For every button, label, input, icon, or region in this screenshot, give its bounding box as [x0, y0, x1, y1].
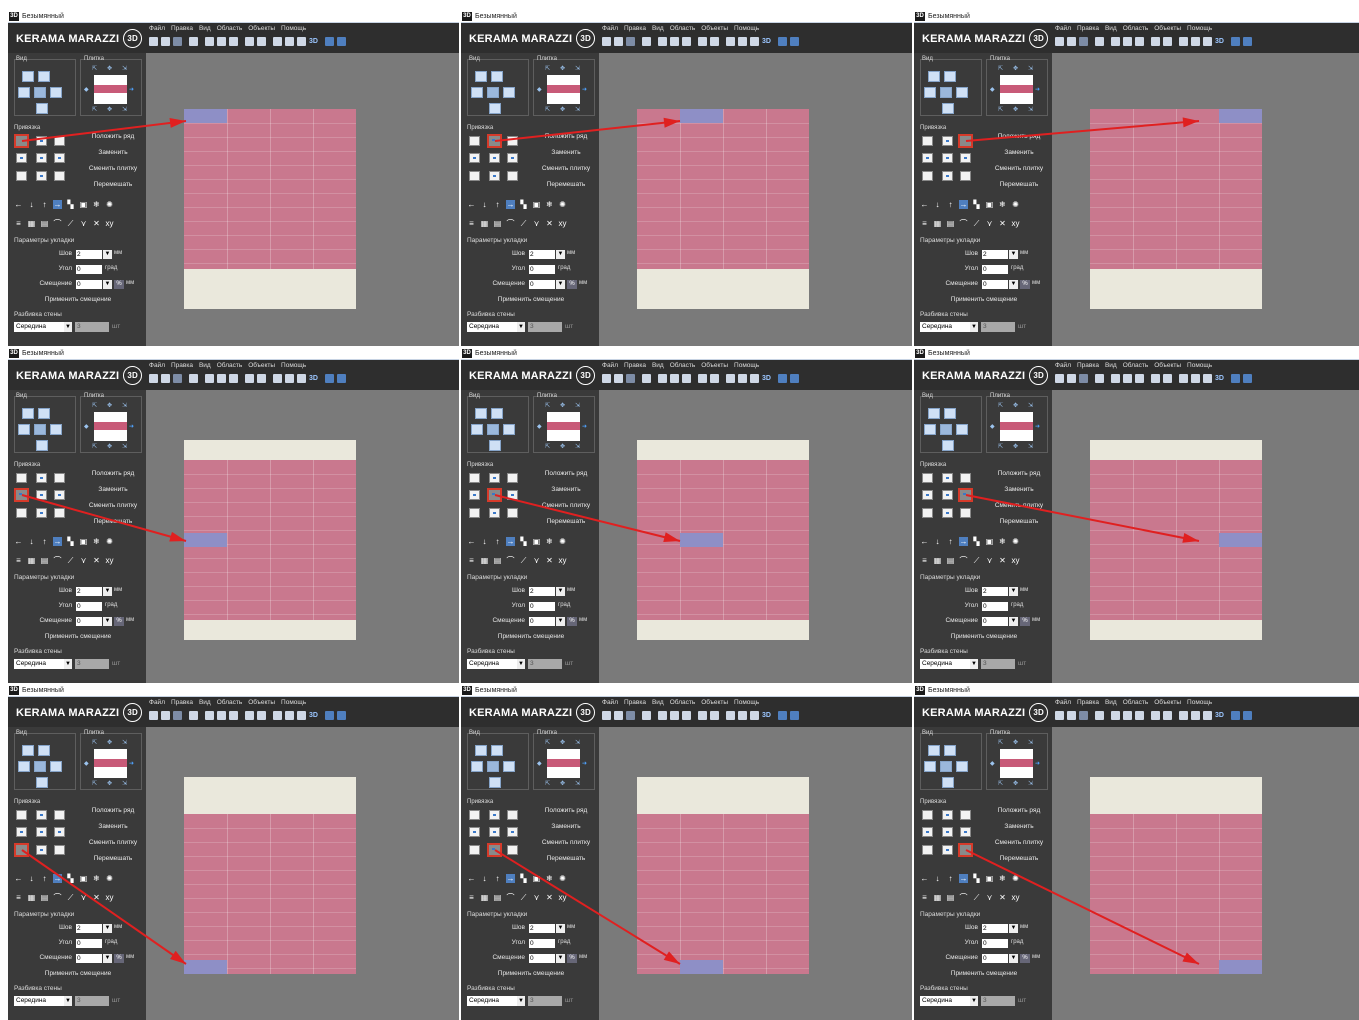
- app-window-bottom-center: 3D Безымянный KERAMA MARAZZI 3D Файл Пра…: [461, 684, 912, 1020]
- arrow-head: [663, 117, 680, 128]
- annotation-arrow: [965, 117, 1200, 142]
- annotation-arrow: [21, 849, 187, 965]
- arrow-line: [21, 120, 187, 142]
- annotation-arrow: [21, 117, 187, 142]
- app-window-top-right: 3D Безымянный KERAMA MARAZZI 3D Файл Пра…: [914, 10, 1359, 346]
- arrow-line: [494, 120, 681, 142]
- arrow-head: [1182, 117, 1199, 128]
- arrow-head: [169, 531, 186, 542]
- app-window-top-center: 3D Безымянный KERAMA MARAZZI 3D Файл Пра…: [461, 10, 912, 346]
- app-window-middle-left: 3D Безымянный KERAMA MARAZZI 3D Файл Пра…: [8, 347, 459, 683]
- arrow-line: [965, 120, 1200, 142]
- arrow-line: [21, 494, 187, 542]
- annotation-arrow: [965, 849, 1200, 965]
- annotation-arrow: [21, 494, 187, 542]
- arrow-line: [965, 849, 1200, 965]
- app-window-bottom-left: 3D Безымянный KERAMA MARAZZI 3D Файл Пра…: [8, 684, 459, 1020]
- arrow-line: [21, 849, 187, 965]
- annotation-arrow: [494, 494, 681, 542]
- app-window-bottom-right: 3D Безымянный KERAMA MARAZZI 3D Файл Пра…: [914, 684, 1359, 1020]
- arrow-line: [494, 494, 681, 542]
- app-window-middle-center: 3D Безымянный KERAMA MARAZZI 3D Файл Пра…: [461, 347, 912, 683]
- annotation-arrow: [494, 849, 681, 965]
- arrow-head: [1182, 952, 1199, 964]
- arrow-head: [663, 532, 680, 542]
- arrow-line: [494, 849, 681, 965]
- annotation-arrow: [965, 494, 1200, 543]
- arrow-head: [663, 951, 680, 964]
- app-window-middle-right: 3D Безымянный KERAMA MARAZZI 3D Файл Пра…: [914, 347, 1359, 683]
- screenshot-grid: 3D Безымянный KERAMA MARAZZI 3D Файл Пра…: [8, 10, 1359, 1020]
- arrow-head: [169, 117, 186, 128]
- app-window-top-left: 3D Безымянный KERAMA MARAZZI 3D Файл Пра…: [8, 10, 459, 346]
- arrow-head: [170, 950, 186, 964]
- annotation-arrow: [494, 117, 681, 142]
- arrow-line: [965, 494, 1200, 542]
